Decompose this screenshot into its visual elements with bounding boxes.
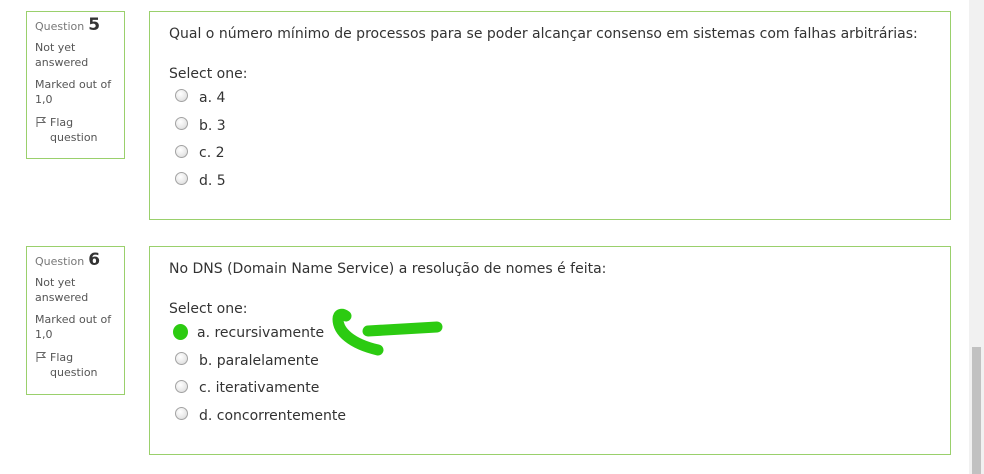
radio-icon[interactable] [175,172,188,186]
answer-label: b. 3 [199,117,226,134]
answer-label: b. paralelamente [199,352,319,369]
answer-label: c. iterativamente [199,380,320,397]
question-number-value: 5 [88,15,101,35]
question-text: Qual o número mínimo de processos para s… [169,26,918,42]
answer-option-c[interactable]: c. iterativamente [169,374,931,402]
radio-icon[interactable] [175,117,188,131]
answer-option-a[interactable]: a. 4 [169,84,931,112]
radio-icon[interactable] [175,144,188,158]
flag-question-link[interactable]: Flag question [35,350,116,380]
answer-list: a. 4 b. 3 c. 2 d. 5 [169,84,931,195]
answer-label: c. 2 [199,145,225,162]
radio-icon[interactable] [175,379,188,393]
answer-label: a. 4 [199,89,226,106]
question-content-5: Qual o número mínimo de processos para s… [149,11,951,220]
answer-option-d[interactable]: d. concorrentemente [169,402,931,430]
answer-label: a. recursivamente [197,324,325,341]
answer-label: d. concorrentemente [199,407,346,424]
question-label: Question [35,255,85,268]
question-content-6: No DNS (Domain Name Service) a resolução… [149,246,951,455]
question-number: Question 5 [35,15,116,35]
question-info-6: Question 6 Not yet answered Marked out o… [26,246,125,395]
question-number-value: 6 [88,250,101,270]
answer-option-d[interactable]: d. 5 [169,167,931,195]
question-info-5: Question 5 Not yet answered Marked out o… [26,11,125,159]
answer-option-c[interactable]: c. 2 [169,139,931,167]
flag-question-link[interactable]: Flag question [35,115,116,145]
question-grade: Marked out of 1,0 [35,313,112,341]
question-state: Not yet answered [35,41,89,69]
radio-icon-marked[interactable] [173,323,188,340]
answer-option-a[interactable]: a. recursivamente [169,319,931,347]
flag-label: Flag question [50,116,98,144]
answer-option-b[interactable]: b. 3 [169,112,931,140]
select-prompt: Select one: [169,301,248,317]
scrollbar-thumb[interactable] [972,347,981,474]
answer-list: a. recursivamente b. paralelamente c. it… [169,319,931,430]
answer-label: d. 5 [199,172,226,189]
flag-icon [36,117,47,127]
question-label: Question [35,20,85,33]
radio-icon[interactable] [175,407,188,421]
radio-icon[interactable] [175,89,188,103]
radio-icon[interactable] [175,352,188,366]
question-state: Not yet answered [35,276,89,304]
question-text: No DNS (Domain Name Service) a resolução… [169,261,607,277]
answer-option-b[interactable]: b. paralelamente [169,347,931,375]
select-prompt: Select one: [169,66,248,82]
question-number: Question 6 [35,250,116,270]
flag-label: Flag question [50,351,98,379]
question-grade: Marked out of 1,0 [35,78,112,106]
flag-icon [36,352,47,362]
